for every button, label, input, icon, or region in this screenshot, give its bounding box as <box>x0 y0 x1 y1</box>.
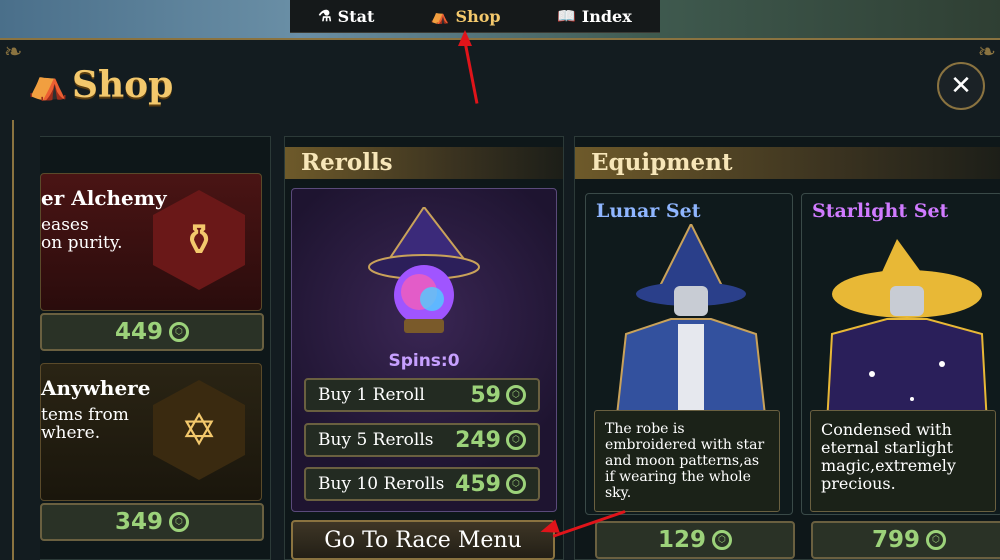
robux-icon: ⬡ <box>169 512 189 532</box>
shop-icon: ⛺ <box>430 7 450 25</box>
robux-icon: ⬡ <box>506 385 526 405</box>
tab-shop[interactable]: ⛺ Shop <box>431 7 501 26</box>
perk-price: 449 <box>114 319 163 345</box>
tab-shop-label: Shop <box>455 6 501 26</box>
annotation-arrowhead <box>458 30 472 46</box>
equipment-card-starlight-set[interactable]: Starlight Set Condensed with eternal sta… <box>801 193 1000 515</box>
tab-index[interactable]: 📖 Index <box>557 7 632 26</box>
perk-price-button[interactable]: 349 ⬡ <box>40 503 264 541</box>
perk-price: 349 <box>114 509 163 535</box>
equipment-name: Lunar Set <box>596 200 701 222</box>
buy-10-rerolls-button[interactable]: Buy 10 Rerolls 459 ⬡ <box>304 467 540 501</box>
equipment-price-button[interactable]: 799 ⬡ <box>811 521 1000 559</box>
equipment-card-lunar-set[interactable]: Lunar Set The robe is embroidered with s… <box>585 193 793 515</box>
book-icon: 📖 <box>557 7 576 25</box>
starlight-robe-icon <box>825 239 989 424</box>
robux-icon: ⬡ <box>506 430 526 450</box>
equipment-column: Equipment Lunar Set The robe is embroide… <box>574 136 1000 560</box>
equipment-price: 129 <box>657 527 706 553</box>
corner-ornament-icon: ❧ <box>4 40 23 65</box>
reroll-card: Spins:0 Buy 1 Reroll 59 ⬡ Buy 5 Rerolls 2… <box>291 188 557 512</box>
page-title: Shop <box>72 64 174 106</box>
tab-index-label: Index <box>581 6 632 26</box>
equipment-price-button[interactable]: 129 ⬡ <box>595 521 795 559</box>
equipment-price: 799 <box>871 527 920 553</box>
robux-icon: ⬡ <box>926 530 946 550</box>
buy-5-rerolls-button[interactable]: Buy 5 Rerolls 249 ⬡ <box>304 423 540 457</box>
reroll-price: 249 <box>455 427 501 453</box>
equipment-description: The robe is embroidered with star and mo… <box>594 410 780 512</box>
tab-stat[interactable]: ⚗ Stat <box>318 7 374 26</box>
equipment-header: Equipment <box>575 147 1000 179</box>
equipment-description: Condensed with eternal starlight magic,e… <box>810 410 996 512</box>
top-navigation-bar: ⚗ Stat ⛺ Shop 📖 Index <box>290 0 660 33</box>
rerolls-header: Rerolls <box>285 147 563 179</box>
buy-1-reroll-button[interactable]: Buy 1 Reroll 59 ⬡ <box>304 378 540 412</box>
go-to-race-menu-button[interactable]: Go To Race Menu <box>291 520 555 560</box>
robux-icon: ⬡ <box>169 322 189 342</box>
reroll-price: 459 <box>455 471 501 497</box>
reroll-button-label: Buy 1 Reroll <box>318 385 425 405</box>
perk-title: er Alchemy <box>41 186 167 210</box>
robux-icon: ⬡ <box>506 474 526 494</box>
reroll-price: 59 <box>470 382 501 408</box>
robux-icon: ⬡ <box>712 530 732 550</box>
perk-description: eases on purity. <box>41 215 123 253</box>
equipment-name: Starlight Set <box>812 200 949 222</box>
shop-panel: ❧ ❧ ⛺ Shop ✕ er Alchemy eases on purity.… <box>0 38 1000 560</box>
hexagram-icon: ✡ <box>153 380 245 480</box>
reroll-button-label: Buy 5 Rerolls <box>318 430 434 450</box>
flask-icon: ⚗ <box>318 7 332 25</box>
crystal-ball-icon <box>368 207 480 333</box>
close-icon: ✕ <box>950 71 972 101</box>
perk-title: Anywhere <box>41 376 151 400</box>
lunar-robe-icon <box>614 224 768 424</box>
perk-card[interactable]: er Alchemy eases on purity. ⚱ <box>40 173 262 311</box>
tab-stat-label: Stat <box>337 6 375 26</box>
spins-counter: Spins:0 <box>388 351 460 371</box>
shop-icon: ⛺ <box>28 64 68 102</box>
perk-description: tems from where. <box>41 405 129 443</box>
perk-card[interactable]: Anywhere tems from where. ✡ <box>40 363 262 501</box>
corner-ornament-icon: ❧ <box>977 40 996 65</box>
rerolls-column: Rerolls Spins:0 Buy 1 Reroll 59 ⬡ Buy 5 R… <box>284 136 564 560</box>
reroll-button-label: Buy 10 Rerolls <box>318 474 445 494</box>
perks-column: er Alchemy eases on purity. ⚱ 449 ⬡ Anyw… <box>40 136 271 560</box>
perk-price-button[interactable]: 449 ⬡ <box>40 313 264 351</box>
close-button[interactable]: ✕ <box>937 62 985 110</box>
shop-content: er Alchemy eases on purity. ⚱ 449 ⬡ Anyw… <box>12 120 1000 560</box>
